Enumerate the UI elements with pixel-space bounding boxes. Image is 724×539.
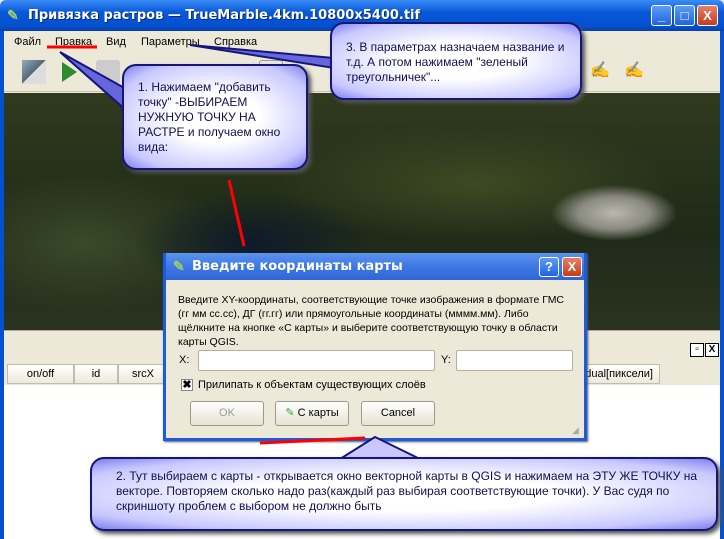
callout-2-pointer [336,435,421,460]
callout-1: 1. Нажимаем "добавить точку" -ВЫБИРАЕМ Н… [122,64,308,170]
red-arrow-line [227,179,246,247]
callout-1-pointer [59,51,129,115]
callout-3: 3. В параметрах назначаем название и т.д… [330,22,582,100]
callout-2: 2. Тут выбираем с карты - открывается ок… [90,457,718,531]
red-underline-dialog [259,436,366,445]
